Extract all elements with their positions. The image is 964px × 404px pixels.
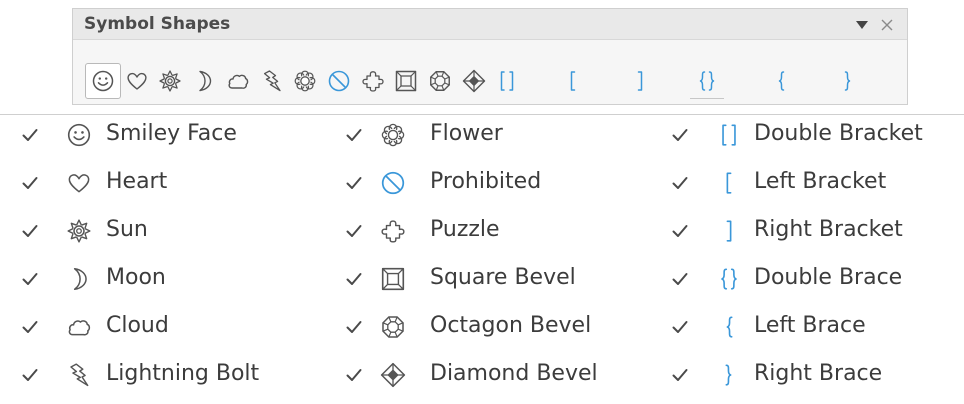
checkmark-icon bbox=[672, 176, 688, 190]
menu-item-label: Diamond Bevel bbox=[430, 361, 598, 386]
checkmark-icon bbox=[346, 368, 362, 382]
moon-icon bbox=[192, 69, 216, 93]
double-brace-icon bbox=[716, 266, 742, 292]
toolbar-button-moon[interactable] bbox=[186, 63, 222, 99]
checkmark-icon bbox=[346, 224, 362, 238]
menu-item-label: Lightning Bolt bbox=[106, 361, 260, 386]
checkmark-icon bbox=[672, 224, 688, 238]
cloud-icon bbox=[66, 314, 92, 340]
toolbar-button-puzzle[interactable] bbox=[355, 63, 391, 99]
lightning-bolt-icon bbox=[260, 69, 284, 93]
toolbar-button-square-bevel[interactable] bbox=[388, 63, 424, 99]
puzzle-icon bbox=[380, 218, 406, 244]
right-brace-icon bbox=[836, 69, 860, 93]
checkmark-icon bbox=[22, 272, 38, 286]
sun-icon bbox=[66, 218, 92, 244]
heart-icon bbox=[125, 69, 149, 93]
menu-item-label: Right Bracket bbox=[754, 217, 903, 242]
moon-icon bbox=[66, 266, 92, 292]
checkmark-icon bbox=[346, 320, 362, 334]
menu-item-label: Octagon Bevel bbox=[430, 313, 592, 338]
menu-item-label: Right Brace bbox=[754, 361, 883, 386]
toolbar-button-cloud[interactable] bbox=[220, 63, 256, 99]
checkmark-icon bbox=[22, 320, 38, 334]
diamond-bevel-icon bbox=[380, 362, 406, 388]
right-bracket-icon bbox=[628, 69, 652, 93]
square-bevel-icon bbox=[394, 69, 418, 93]
left-bracket-icon bbox=[716, 170, 742, 196]
checkmark-icon bbox=[22, 224, 38, 238]
toolbar-button-smiley-face[interactable] bbox=[85, 63, 121, 99]
left-bracket-icon bbox=[561, 69, 585, 93]
puzzle-icon bbox=[361, 69, 385, 93]
checkmark-icon bbox=[672, 272, 688, 286]
double-bracket-icon bbox=[495, 69, 519, 93]
heart-icon bbox=[66, 170, 92, 196]
toolbar-button-double-bracket[interactable] bbox=[489, 63, 525, 99]
checkmark-icon bbox=[672, 320, 688, 334]
double-bracket-icon bbox=[716, 122, 742, 148]
toolbar-button-flower[interactable] bbox=[287, 63, 323, 99]
right-bracket-icon bbox=[716, 218, 742, 244]
toolbar-button-double-brace[interactable] bbox=[689, 63, 725, 99]
close-icon[interactable] bbox=[879, 17, 895, 33]
octagon-bevel-icon bbox=[380, 314, 406, 340]
toolbar-button-prohibited[interactable] bbox=[321, 63, 357, 99]
menu-item-label: Double Bracket bbox=[754, 121, 923, 146]
menu-item-label: Cloud bbox=[106, 313, 169, 338]
checkmark-icon bbox=[22, 176, 38, 190]
prohibited-icon bbox=[327, 69, 351, 93]
toolbar-title: Symbol Shapes bbox=[84, 14, 231, 34]
double-brace-icon bbox=[695, 69, 719, 93]
diamond-bevel-icon bbox=[462, 69, 486, 93]
square-bevel-icon bbox=[380, 266, 406, 292]
checkmark-icon bbox=[22, 368, 38, 382]
left-brace-icon bbox=[769, 69, 793, 93]
menu-item-label: Flower bbox=[430, 121, 503, 146]
checkmark-icon bbox=[22, 128, 38, 142]
checkmark-icon bbox=[346, 128, 362, 142]
menu-item-label: Puzzle bbox=[430, 217, 500, 242]
octagon-bevel-icon bbox=[428, 69, 452, 93]
toolbar-header[interactable]: Symbol Shapes bbox=[73, 9, 907, 40]
checkmark-icon bbox=[672, 368, 688, 382]
smiley-face-icon bbox=[91, 69, 115, 93]
menu-item-label: Smiley Face bbox=[106, 121, 237, 146]
checkmark-icon bbox=[346, 272, 362, 286]
menu-item-label: Sun bbox=[106, 217, 148, 242]
lightning-bolt-icon bbox=[66, 362, 92, 388]
left-brace-icon bbox=[716, 314, 742, 340]
toolbar-button-diamond-bevel[interactable] bbox=[456, 63, 492, 99]
checkmark-icon bbox=[346, 176, 362, 190]
flower-icon bbox=[380, 122, 406, 148]
menu-item-label: Moon bbox=[106, 265, 166, 290]
toolbar-button-heart[interactable] bbox=[119, 63, 155, 99]
symbol-shapes-menu: Smiley Face Heart Sun Moon Cloud Lightning Bo… bbox=[0, 114, 964, 399]
toolbar-button-left-bracket[interactable] bbox=[555, 63, 591, 99]
prohibited-icon bbox=[380, 170, 406, 196]
menu-item-label: Square Bevel bbox=[430, 265, 576, 290]
sun-icon bbox=[158, 69, 182, 93]
cloud-icon bbox=[226, 69, 250, 93]
toolbar-button-octagon-bevel[interactable] bbox=[422, 63, 458, 99]
toolbar-button-left-brace[interactable] bbox=[763, 63, 799, 99]
menu-item-label: Heart bbox=[106, 169, 168, 194]
toolbar-button-lightning-bolt[interactable] bbox=[254, 63, 290, 99]
menu-item-label: Prohibited bbox=[430, 169, 542, 194]
right-brace-icon bbox=[716, 362, 742, 388]
menu-item-label: Left Brace bbox=[754, 313, 866, 338]
smiley-face-icon bbox=[66, 122, 92, 148]
menu-item-label: Double Brace bbox=[754, 265, 903, 290]
symbol-shapes-toolbar: Symbol Shapes bbox=[72, 8, 908, 105]
toolbar-button-right-brace[interactable] bbox=[830, 63, 866, 99]
triangle-down-icon[interactable] bbox=[855, 19, 869, 31]
checkmark-icon bbox=[672, 128, 688, 142]
toolbar-button-right-bracket[interactable] bbox=[622, 63, 658, 99]
flower-icon bbox=[293, 69, 317, 93]
toolbar-button-sun[interactable] bbox=[152, 63, 188, 99]
menu-item-label: Left Bracket bbox=[754, 169, 887, 194]
